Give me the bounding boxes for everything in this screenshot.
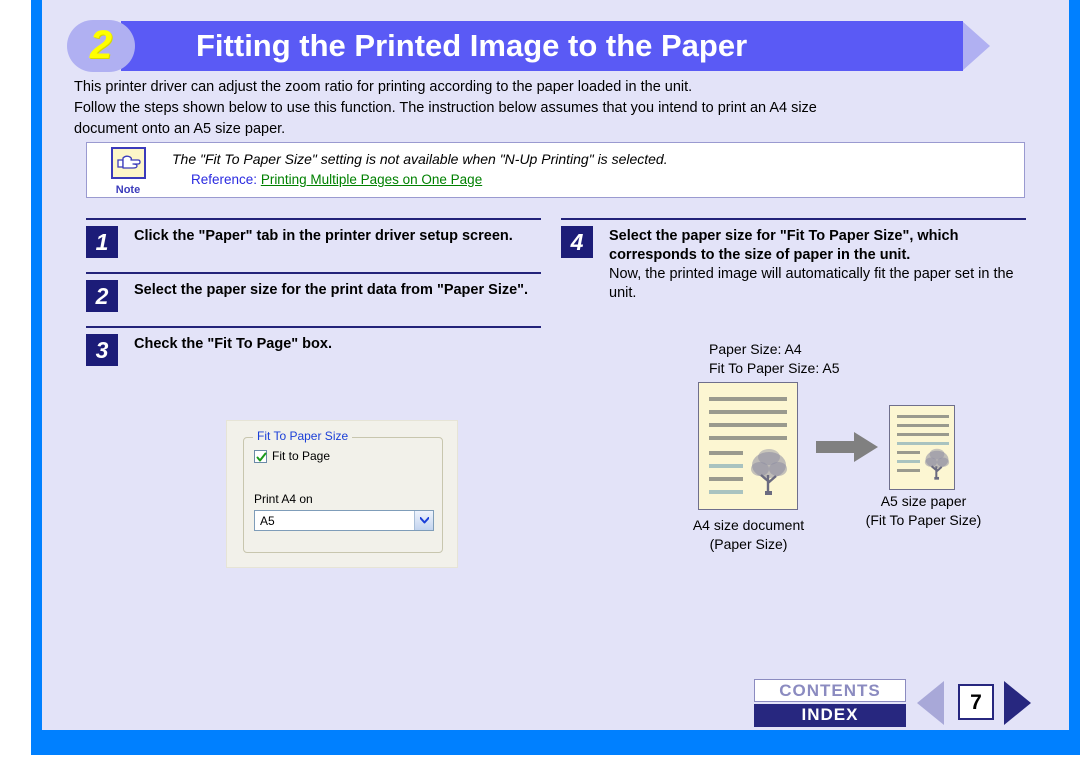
step-2: 2 Select the paper size for the print da… bbox=[86, 272, 541, 314]
footer-navigation: CONTENTS INDEX 7 bbox=[754, 679, 1034, 727]
paper-size-combobox[interactable]: A5 bbox=[254, 510, 434, 531]
intro-paragraph: This printer driver can adjust the zoom … bbox=[74, 77, 1039, 140]
a5-caption-line-2: (Fit To Paper Size) bbox=[865, 512, 982, 528]
header-arrow-icon bbox=[962, 21, 990, 71]
note-box: Note The "Fit To Paper Size" setting is … bbox=[86, 142, 1025, 198]
step-text: Select the paper size for the print data… bbox=[134, 282, 529, 298]
note-icon-label: Note bbox=[115, 184, 141, 196]
step-body: 3 Check the "Fit To Page" box. bbox=[86, 334, 541, 368]
fit-to-page-checkbox-row[interactable]: Fit to Page bbox=[254, 449, 330, 463]
step-text: Check the "Fit To Page" box. bbox=[134, 336, 332, 352]
illustration-top-caption: Paper Size: A4 Fit To Paper Size: A5 bbox=[709, 340, 839, 378]
chevron-down-icon[interactable] bbox=[414, 511, 433, 530]
a5-caption-line-1: A5 size paper bbox=[880, 493, 967, 509]
step-divider bbox=[86, 218, 541, 220]
step-divider bbox=[86, 326, 541, 328]
step-4: 4 Select the paper size for "Fit To Pape… bbox=[561, 218, 1026, 303]
contents-button[interactable]: CONTENTS bbox=[754, 679, 906, 702]
step-3: 3 Check the "Fit To Page" box. bbox=[86, 326, 541, 368]
note-text: The "Fit To Paper Size" setting is not a… bbox=[172, 151, 668, 167]
step-body: 1 Click the "Paper" tab in the printer d… bbox=[86, 226, 541, 260]
tree-image bbox=[751, 449, 787, 495]
illustration-paper-size: Paper Size: A4 bbox=[709, 341, 802, 357]
step-number: 1 bbox=[86, 226, 118, 258]
step-number: 4 bbox=[561, 226, 593, 258]
fit-to-paper-size-groupbox: Fit To Paper Size Fit to Page Print A4 o… bbox=[243, 429, 443, 553]
note-reference: Reference: Printing Multiple Pages on On… bbox=[191, 170, 482, 189]
a5-document-caption: A5 size paper (Fit To Paper Size) bbox=[851, 492, 996, 530]
fit-to-paper-size-dialog: Fit To Paper Size Fit to Page Print A4 o… bbox=[226, 420, 458, 568]
step-divider bbox=[561, 218, 1026, 220]
a4-caption-line-2: (Paper Size) bbox=[709, 536, 788, 552]
page-number-box: 7 bbox=[958, 684, 994, 720]
a4-document-caption: A4 size document (Paper Size) bbox=[656, 516, 841, 554]
steps-column-right: 4 Select the paper size for "Fit To Pape… bbox=[561, 218, 1026, 315]
steps-column-left: 1 Click the "Paper" tab in the printer d… bbox=[86, 218, 541, 380]
chapter-number: 2 bbox=[89, 23, 113, 67]
a5-document-illustration bbox=[889, 405, 955, 490]
step-number: 3 bbox=[86, 334, 118, 366]
note-reference-label: Reference: bbox=[191, 172, 258, 187]
print-a4-on-label: Print A4 on bbox=[254, 492, 313, 506]
chapter-number-badge: 2 bbox=[67, 20, 135, 72]
checkmark-icon[interactable] bbox=[254, 449, 267, 463]
a4-caption-line-1: A4 size document bbox=[692, 517, 805, 533]
page-header: Fitting the Printed Image to the Paper 2 bbox=[67, 20, 1005, 72]
page-frame: Fitting the Printed Image to the Paper 2… bbox=[31, 0, 1080, 755]
step-body: 2 Select the paper size for the print da… bbox=[86, 280, 541, 314]
step-text: Click the "Paper" tab in the printer dri… bbox=[134, 228, 513, 244]
note-icon-wrap: Note bbox=[102, 147, 154, 197]
next-page-arrow-icon[interactable] bbox=[1004, 681, 1031, 725]
groupbox-title: Fit To Paper Size bbox=[253, 429, 353, 443]
intro-line-3: document onto an A5 size paper. bbox=[74, 121, 286, 137]
a4-document-illustration bbox=[698, 382, 798, 510]
intro-line-1: This printer driver can adjust the zoom … bbox=[74, 79, 693, 95]
page-title: Fitting the Printed Image to the Paper bbox=[196, 28, 748, 63]
step-text: Select the paper size for "Fit To Paper … bbox=[609, 228, 959, 263]
note-reference-link[interactable]: Printing Multiple Pages on One Page bbox=[261, 172, 482, 187]
fit-to-paper-illustration: Paper Size: A4 Fit To Paper Size: A5 A4 … bbox=[561, 340, 1026, 570]
step-1: 1 Click the "Paper" tab in the printer d… bbox=[86, 218, 541, 260]
transform-arrow-icon bbox=[816, 432, 878, 462]
pointing-hand-icon bbox=[110, 147, 146, 179]
step-body: 4 Select the paper size for "Fit To Pape… bbox=[561, 226, 1026, 303]
intro-line-2: Follow the steps shown below to use this… bbox=[74, 100, 817, 116]
step-number: 2 bbox=[86, 280, 118, 312]
header-bar: Fitting the Printed Image to the Paper bbox=[121, 21, 963, 71]
page-content: Fitting the Printed Image to the Paper 2… bbox=[42, 0, 1069, 730]
paper-size-value: A5 bbox=[260, 513, 275, 528]
fit-to-page-label: Fit to Page bbox=[272, 449, 331, 463]
step-subtext: Now, the printed image will automaticall… bbox=[609, 266, 1014, 301]
step-divider bbox=[86, 272, 541, 274]
index-button[interactable]: INDEX bbox=[754, 704, 906, 727]
tree-image bbox=[924, 448, 950, 480]
illustration-fit-to-paper-size: Fit To Paper Size: A5 bbox=[709, 360, 840, 376]
previous-page-arrow-icon[interactable] bbox=[917, 681, 944, 725]
